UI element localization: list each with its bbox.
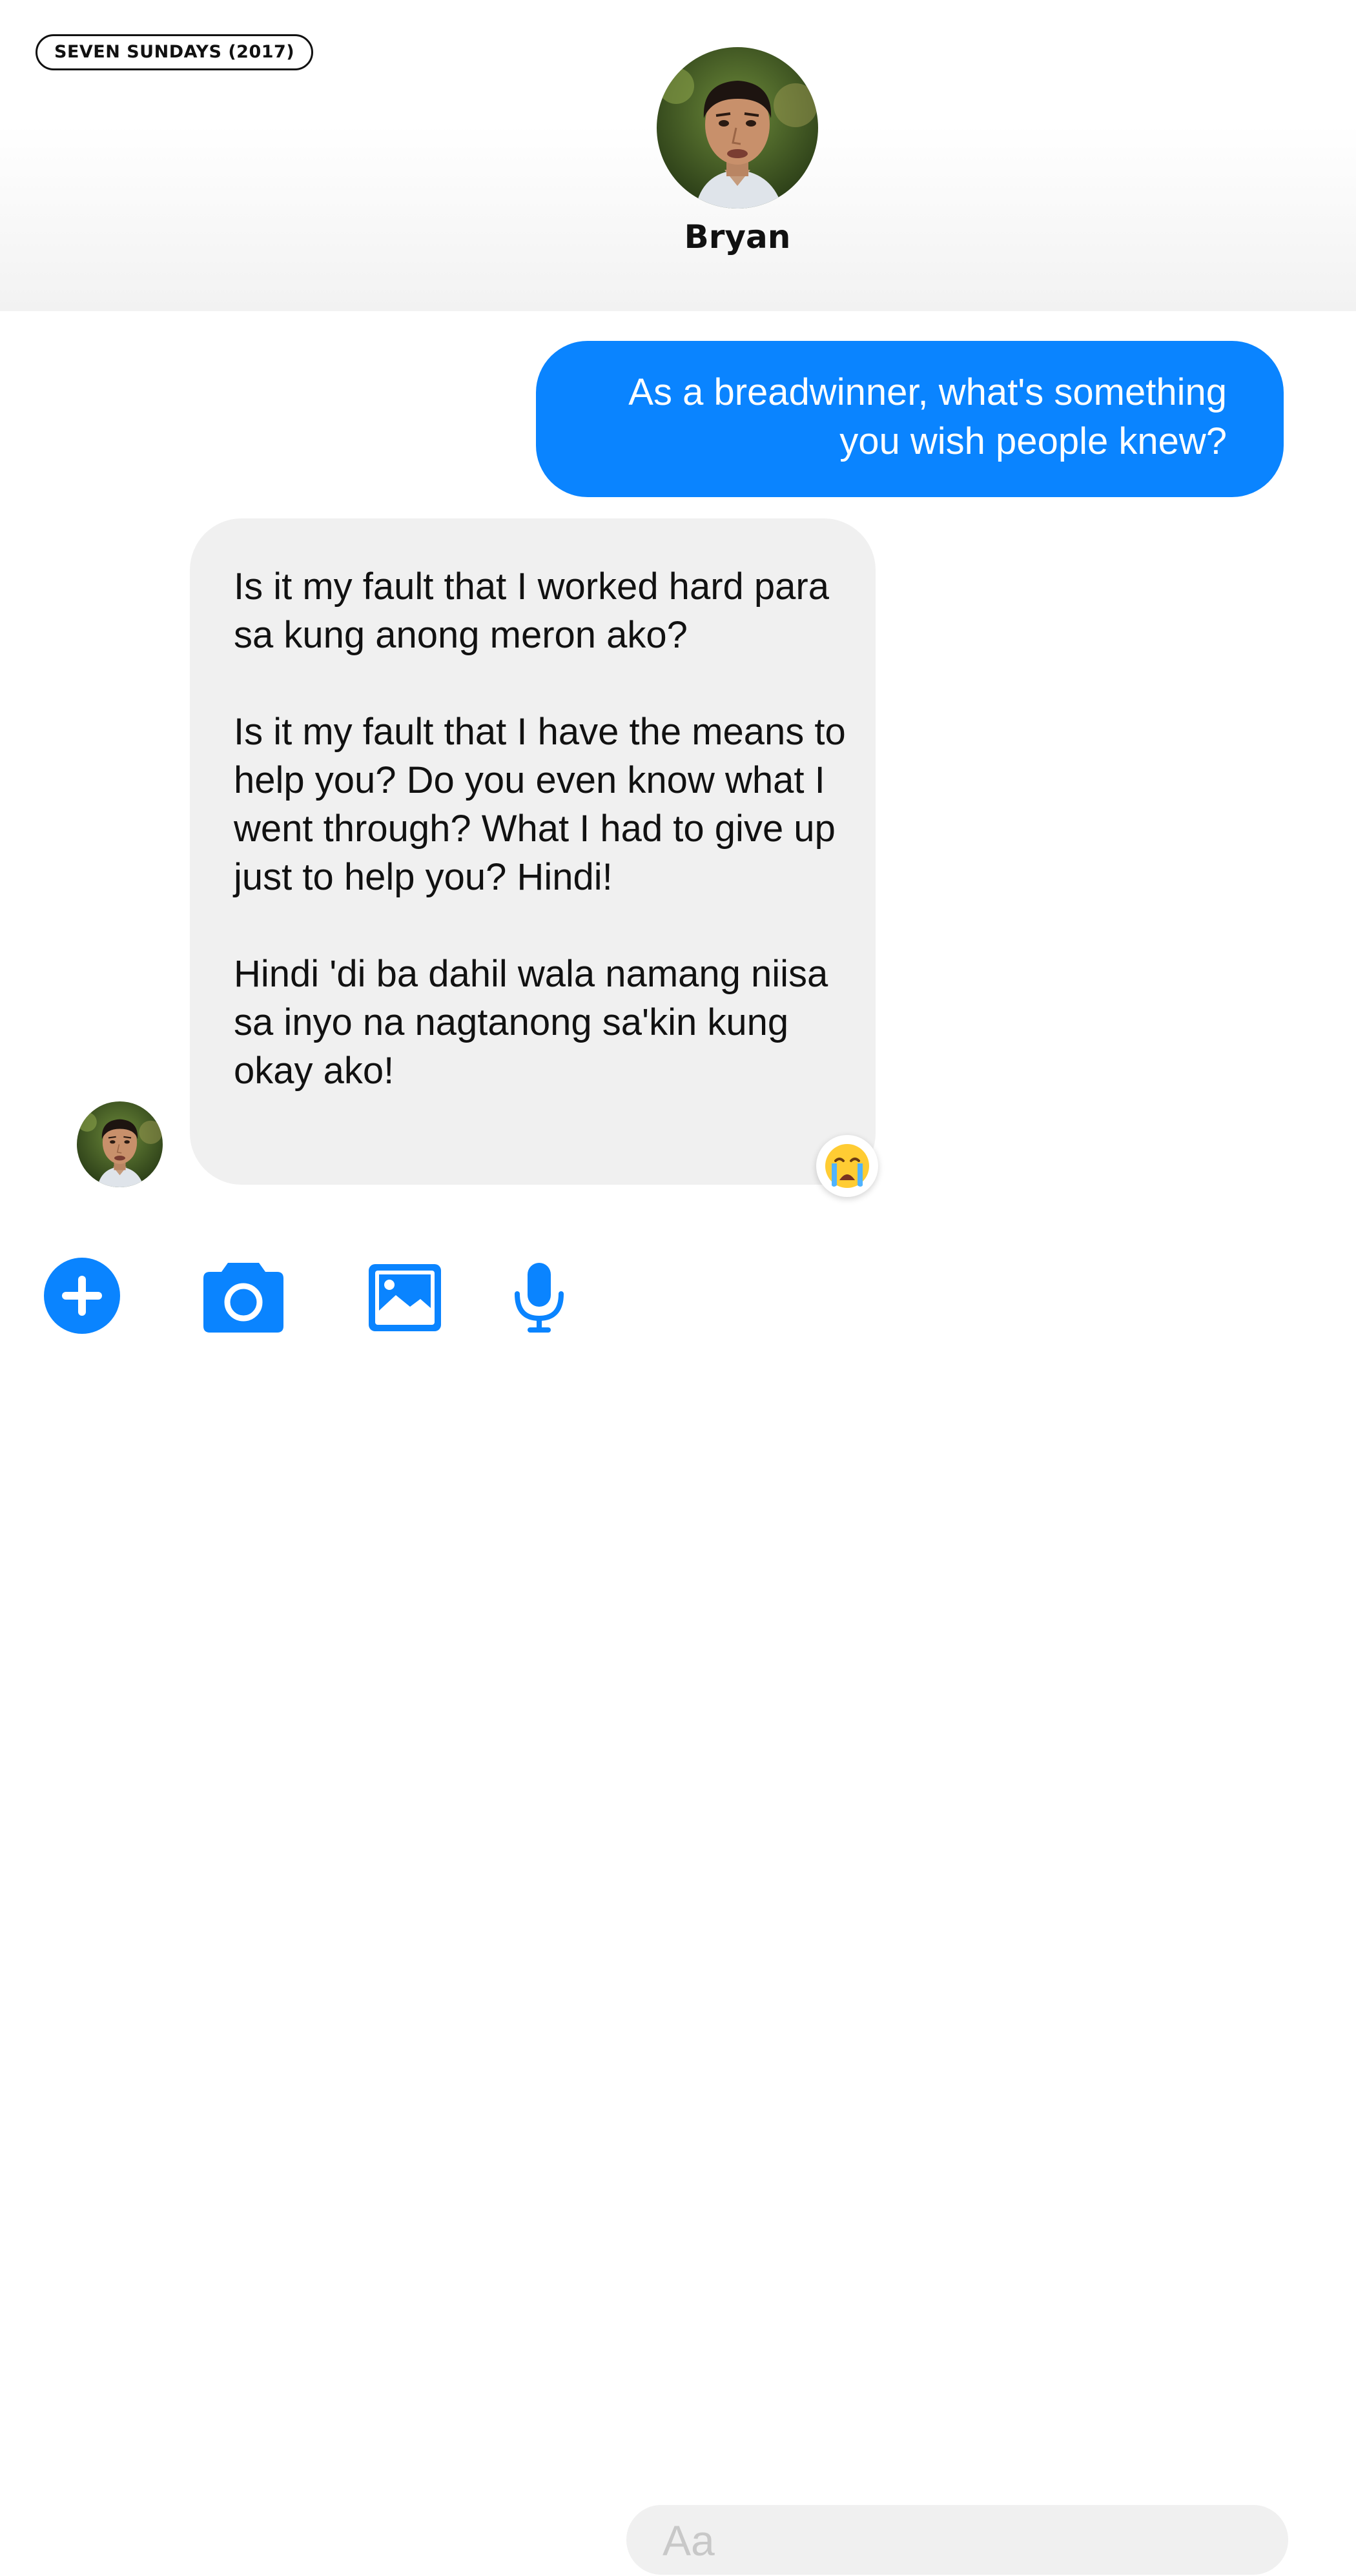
message-toolbar — [0, 1240, 1356, 2576]
avatar-image — [77, 1101, 163, 1187]
message-composer[interactable] — [626, 2505, 1288, 2576]
camera-icon[interactable] — [203, 1263, 283, 1333]
contact-name: Bryan — [684, 218, 791, 256]
outgoing-message-bubble[interactable]: As a breadwinner, what's something you w… — [536, 341, 1284, 497]
message-paragraph: Is it my fault that I worked hard para s… — [234, 566, 829, 656]
message-paragraph: Is it my fault that I have the means to … — [234, 711, 846, 898]
message-input[interactable] — [661, 2505, 1245, 2576]
outgoing-message-line: you wish people knew? — [839, 420, 1227, 462]
contact-avatar[interactable] — [657, 47, 818, 209]
plus-circle-icon[interactable] — [44, 1258, 120, 1334]
outgoing-message-line: As a breadwinner, what's something — [628, 371, 1227, 413]
microphone-icon[interactable] — [513, 1263, 565, 1334]
sender-avatar[interactable] — [77, 1101, 163, 1187]
incoming-message-bubble[interactable]: Is it my fault that I worked hard para s… — [190, 518, 876, 1185]
title-tag: SEVEN SUNDAYS (2017) — [36, 34, 314, 70]
avatar-image — [657, 47, 818, 209]
chat-header: SEVEN SUNDAYS (2017) Bryan — [0, 0, 1356, 311]
message-paragraph: Hindi 'di ba dahil wala namang niisa sa … — [234, 953, 828, 1092]
crying-face-reaction-icon[interactable] — [816, 1135, 878, 1197]
image-icon[interactable] — [369, 1264, 441, 1331]
